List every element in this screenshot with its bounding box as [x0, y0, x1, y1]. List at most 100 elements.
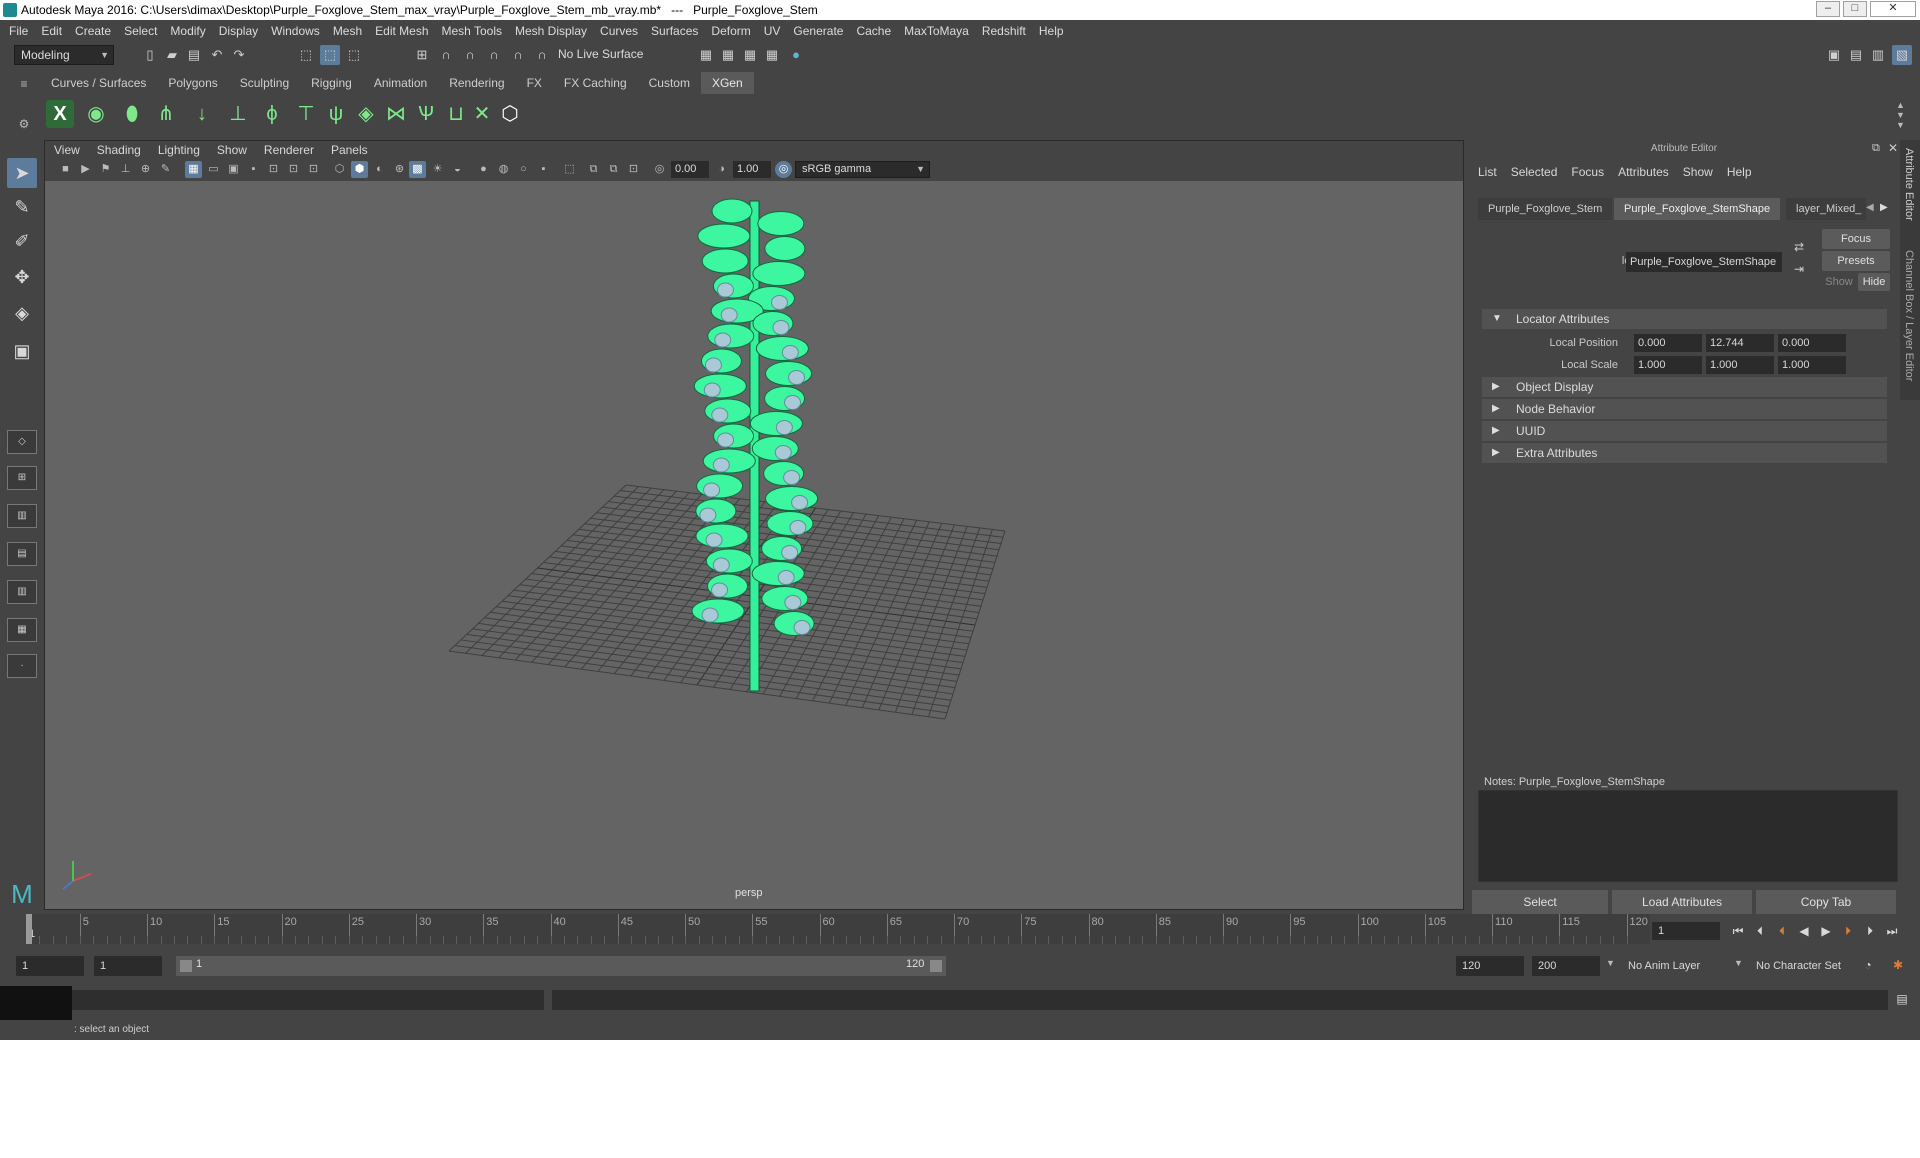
playback-start-field[interactable]: 1: [94, 956, 162, 976]
menu-windows[interactable]: Windows: [271, 24, 320, 38]
xray-icon[interactable]: ⧉: [585, 161, 602, 178]
step-back-key-icon[interactable]: ⏴: [1772, 920, 1792, 942]
tab-scroll-left-icon[interactable]: ◀: [1866, 202, 1874, 213]
menu-modify[interactable]: Modify: [170, 24, 205, 38]
shadows-icon[interactable]: ◒: [449, 161, 466, 178]
menu-edit[interactable]: Edit: [41, 24, 62, 38]
xgen-place-guides-icon[interactable]: ⋔: [152, 100, 180, 128]
xgen-sculpt-guide-icon[interactable]: ϕ: [258, 100, 286, 128]
scale-tool-icon[interactable]: ▣: [7, 336, 37, 366]
close-button[interactable]: ✕: [1870, 1, 1916, 17]
shelf-tab-fx[interactable]: FX: [516, 72, 553, 94]
local-position-x[interactable]: 0.000: [1634, 334, 1702, 352]
chevron-down-icon[interactable]: ▼: [1606, 958, 1615, 968]
wireframe-on-shaded-icon[interactable]: ⊛: [391, 161, 408, 178]
local-scale-z[interactable]: 1.000: [1778, 356, 1846, 374]
exposure-icon[interactable]: ◎: [651, 161, 668, 178]
range-slider[interactable]: 1 120: [176, 956, 946, 976]
rotate-tool-icon[interactable]: ◈: [7, 298, 37, 328]
shelf-tab-curves-surfaces[interactable]: Curves / Surfaces: [40, 72, 157, 94]
shelf-tab-sculpting[interactable]: Sculpting: [229, 72, 300, 94]
viewport-menu-panels[interactable]: Panels: [331, 143, 368, 157]
xgen-bend-icon[interactable]: ⋈: [382, 100, 410, 128]
lasso-tool-icon[interactable]: ✎: [7, 192, 37, 222]
wireframe-icon[interactable]: ⬡: [331, 161, 348, 178]
hypershade-icon[interactable]: ●: [786, 45, 806, 65]
tab-scroll-right-icon[interactable]: ▶: [1880, 202, 1888, 213]
tab-node-transform[interactable]: Purple_Foxglove_Stem: [1478, 198, 1613, 220]
ae-menu-list[interactable]: List: [1478, 165, 1497, 179]
xgen-editor-icon[interactable]: X: [46, 100, 74, 128]
shelf-tab-custom[interactable]: Custom: [638, 72, 701, 94]
image-plane-icon[interactable]: ⊥: [117, 161, 134, 178]
persp-outliner-layout-icon[interactable]: ▥: [7, 504, 37, 528]
snap-surface-icon[interactable]: ∩: [508, 45, 528, 65]
redo-icon[interactable]: ↷: [229, 45, 249, 65]
bookmark-icon[interactable]: ⚑: [97, 161, 114, 178]
menu-file[interactable]: File: [9, 24, 28, 38]
current-time-marker[interactable]: [26, 914, 32, 944]
gamma-icon[interactable]: ◑: [713, 161, 730, 178]
time-slider[interactable]: 1 5 10 15 20 25 30 35 40 45 50 55 60 65 70 75 80 85 90 95 10…: [26, 914, 1650, 944]
menu-display[interactable]: Display: [219, 24, 258, 38]
range-end-handle[interactable]: [930, 960, 942, 972]
viewport-menu-shading[interactable]: Shading: [97, 143, 141, 157]
range-start-handle[interactable]: [180, 960, 192, 972]
animation-preferences-icon[interactable]: ✱: [1888, 954, 1908, 976]
section-uuid[interactable]: ▶ UUID: [1482, 421, 1887, 441]
move-tool-icon[interactable]: ✥: [7, 262, 37, 292]
save-scene-icon[interactable]: ▤: [184, 45, 204, 65]
scene-start-field[interactable]: 1: [16, 956, 84, 976]
gate-mask-icon[interactable]: ▪: [245, 161, 262, 178]
tab-node-layer[interactable]: layer_Mixed_: [1786, 198, 1866, 220]
channel-box-icon[interactable]: ▥: [1868, 45, 1888, 65]
viewport-menu-show[interactable]: Show: [217, 143, 247, 157]
film-gate-icon[interactable]: ▭: [205, 161, 222, 178]
anim-layer-dropdown[interactable]: No Anim Layer: [1622, 956, 1742, 976]
single-view-layout-icon[interactable]: ◇: [7, 430, 37, 454]
default-material-icon[interactable]: ◐: [371, 161, 388, 178]
shelf-tab-polygons[interactable]: Polygons: [157, 72, 228, 94]
exposure-field[interactable]: 0.00: [671, 161, 709, 178]
maximize-button[interactable]: □: [1843, 1, 1867, 17]
ae-menu-help[interactable]: Help: [1727, 165, 1752, 179]
attribute-editor-toggle-icon[interactable]: ▧: [1892, 45, 1912, 65]
live-surface-field[interactable]: No Live Surface: [552, 45, 652, 65]
side-tab-attribute-editor[interactable]: Attribute Editor: [1903, 148, 1915, 221]
chevron-down-icon[interactable]: ▼: [1734, 958, 1743, 968]
play-backwards-icon[interactable]: ◀: [1794, 920, 1814, 942]
go-to-end-icon[interactable]: ⏭: [1882, 920, 1902, 942]
xgen-grass-icon[interactable]: Ѱ: [412, 100, 440, 128]
section-extra-attributes[interactable]: ▶ Extra Attributes: [1482, 443, 1887, 463]
menu-cache[interactable]: Cache: [856, 24, 891, 38]
smooth-shade-icon[interactable]: ⬢: [351, 161, 368, 178]
menu-curves[interactable]: Curves: [600, 24, 638, 38]
render-settings-icon[interactable]: ▦: [696, 45, 716, 65]
copy-tab-button[interactable]: Copy Tab: [1756, 890, 1896, 914]
playback-end-field[interactable]: 120: [1456, 956, 1524, 976]
select-component-icon[interactable]: ⬚: [344, 45, 364, 65]
xgen-delete-icon[interactable]: ✕: [468, 100, 496, 128]
safe-title-icon[interactable]: ⊡: [305, 161, 322, 178]
step-forward-key-icon[interactable]: ⏵: [1838, 920, 1858, 942]
viewport-menu-renderer[interactable]: Renderer: [264, 143, 314, 157]
shelf-tab-rigging[interactable]: Rigging: [300, 72, 363, 94]
float-panel-icon[interactable]: ⧉: [1872, 142, 1880, 155]
snap-view-icon[interactable]: ∩: [484, 45, 504, 65]
render-frame-icon[interactable]: ▦: [718, 45, 738, 65]
safe-action-icon[interactable]: ⊡: [285, 161, 302, 178]
camera-attributes-icon[interactable]: ▶: [77, 161, 94, 178]
auto-key-icon[interactable]: ◔: [1858, 954, 1878, 976]
menu-select[interactable]: Select: [124, 24, 157, 38]
xray-joints-icon[interactable]: ⧉: [605, 161, 622, 178]
modeling-toolkit-icon[interactable]: ▣: [1824, 45, 1844, 65]
textured-icon[interactable]: ▩: [409, 161, 426, 178]
section-object-display[interactable]: ▶ Object Display: [1482, 377, 1887, 397]
menu-deform[interactable]: Deform: [711, 24, 750, 38]
menu-mesh-display[interactable]: Mesh Display: [515, 24, 587, 38]
side-tab-channel-box[interactable]: Channel Box / Layer Editor: [1903, 250, 1915, 381]
step-back-frame-icon[interactable]: ⏴: [1750, 920, 1770, 942]
snap-point-icon[interactable]: ∩: [460, 45, 480, 65]
local-scale-y[interactable]: 1.000: [1706, 356, 1774, 374]
four-view-layout-icon[interactable]: ⊞: [7, 466, 37, 490]
